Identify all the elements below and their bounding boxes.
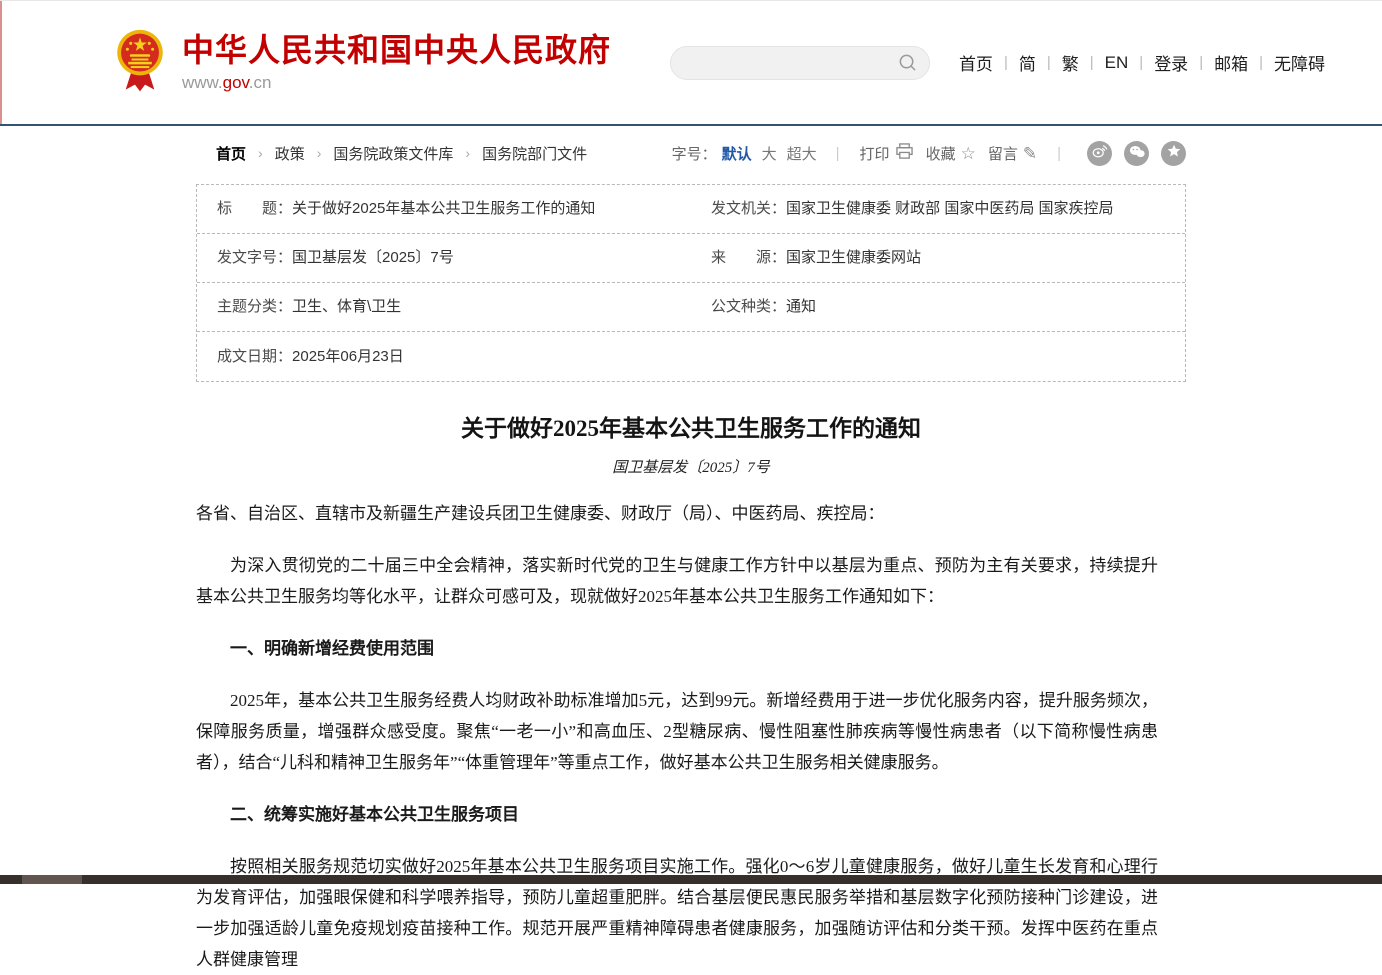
window-left-edge — [0, 1, 2, 124]
section-2-paragraph: 按照相关服务规范切实做好2025年基本公共卫生服务项目实施工作。强化0～6岁儿童… — [196, 851, 1158, 975]
printer-icon — [895, 143, 914, 164]
font-size-label: 字号： — [672, 143, 717, 164]
meta-label: 成文日期： — [217, 346, 292, 368]
meta-value: 国家卫生健康委网站 — [786, 247, 935, 269]
search-icon[interactable] — [898, 53, 917, 72]
chevron-right-icon: › — [246, 145, 275, 161]
share-weibo-button[interactable] — [1087, 141, 1112, 166]
nav-home[interactable]: 首页 — [948, 50, 1004, 75]
star-icon: ☆ — [961, 145, 976, 162]
intro-paragraph: 为深入贯彻党的二十届三中全会精神，落实新时代党的卫生与健康工作方针中以基层为重点… — [196, 550, 1158, 612]
document-body: 各省、自治区、直辖市及新疆生产建设兵团卫生健康委、财政厅（局）、中医药局、疾控局… — [196, 498, 1186, 975]
favorite-button[interactable]: 收藏 ☆ — [926, 143, 976, 164]
meta-value: 国卫基层发〔2025〕7号 — [292, 247, 468, 269]
meta-row: 主题分类： 卫生、体育\卫生 公文种类： 通知 — [197, 283, 1185, 332]
meta-value: 国家卫生健康委 财政部 国家中医药局 国家疾控局 — [786, 198, 1128, 220]
nav-simplified[interactable]: 简 — [1008, 50, 1047, 75]
nav-login[interactable]: 登录 — [1143, 50, 1199, 75]
meta-source: 来 源： 国家卫生健康委网站 — [691, 247, 1185, 269]
section-1-heading: 一、明确新增经费使用范围 — [196, 633, 1158, 664]
weibo-icon — [1092, 144, 1108, 162]
qzone-star-icon — [1167, 144, 1181, 162]
section-1-paragraph: 2025年，基本公共卫生服务经费人均财政补助标准增加5元，达到99元。新增经费用… — [196, 685, 1158, 778]
meta-row: 成文日期： 2025年06月23日 — [197, 332, 1185, 381]
header-divider — [0, 124, 1382, 126]
doc-number: 国卫基层发〔2025〕7号 — [196, 456, 1186, 477]
meta-doc-number: 发文字号： 国卫基层发〔2025〕7号 — [197, 247, 691, 269]
document-meta-table: 标 题： 关于做好2025年基本公共卫生服务工作的通知 发文机关： 国家卫生健康… — [196, 184, 1186, 382]
nav-accessibility[interactable]: 无障碍 — [1263, 50, 1336, 75]
site-header: 中华人民共和国中央人民政府 www.gov.cn 首页 | 简 | 繁 — [0, 1, 1382, 124]
breadcrumb-policy-library[interactable]: 国务院政策文件库 — [333, 143, 453, 164]
meta-label: 主题分类： — [217, 296, 292, 318]
toolbar-divider: | — [1043, 145, 1075, 162]
meta-label: 发文机关： — [711, 198, 786, 220]
page-toolbar: 字号： 默认 大 超大 | 打印 收藏 ☆ 留言 — [672, 141, 1186, 166]
meta-row: 发文字号： 国卫基层发〔2025〕7号 来 源： 国家卫生健康委网站 — [197, 234, 1185, 283]
nav-traditional[interactable]: 繁 — [1051, 50, 1090, 75]
nav-english[interactable]: EN — [1094, 53, 1140, 73]
site-logo[interactable]: 中华人民共和国中央人民政府 www.gov.cn — [113, 27, 611, 98]
breadcrumb-department-docs[interactable]: 国务院部门文件 — [482, 143, 587, 164]
comment-button[interactable]: 留言 ✎ — [988, 143, 1037, 164]
meta-value: 2025年06月23日 — [292, 346, 418, 368]
search-input[interactable] — [683, 54, 898, 71]
breadcrumb-home[interactable]: 首页 — [216, 143, 246, 164]
wechat-icon — [1129, 145, 1145, 162]
search-box[interactable] — [670, 46, 930, 80]
meta-value: 关于做好2025年基本公共卫生服务工作的通知 — [292, 198, 609, 220]
site-url: www.gov.cn — [182, 73, 611, 93]
font-size-xlarge-button[interactable]: 超大 — [782, 143, 822, 164]
meta-title: 标 题： 关于做好2025年基本公共卫生服务工作的通知 — [197, 198, 691, 220]
meta-label: 来 源： — [711, 247, 786, 269]
meta-row: 标 题： 关于做好2025年基本公共卫生服务工作的通知 发文机关： 国家卫生健康… — [197, 185, 1185, 234]
font-size-default-button[interactable]: 默认 — [717, 143, 757, 164]
page-title: 关于做好2025年基本公共卫生服务工作的通知 — [196, 409, 1186, 443]
salutation-paragraph: 各省、自治区、直辖市及新疆生产建设兵团卫生健康委、财政厅（局）、中医药局、疾控局… — [196, 498, 1158, 529]
national-emblem-icon — [113, 29, 167, 98]
toolbar-divider: | — [822, 145, 854, 162]
breadcrumb-policy[interactable]: 政策 — [275, 143, 305, 164]
site-title: 中华人民共和国中央人民政府 — [182, 32, 611, 68]
pencil-icon: ✎ — [1023, 145, 1037, 162]
meta-label: 公文种类： — [711, 296, 786, 318]
top-nav: 首页 | 简 | 繁 | EN | 登录 | 邮箱 | 无障碍 — [948, 50, 1336, 75]
chevron-right-icon: › — [305, 145, 334, 161]
print-button[interactable]: 打印 — [860, 143, 914, 164]
taskbar-edge-segment — [22, 875, 82, 884]
nav-mail[interactable]: 邮箱 — [1203, 50, 1259, 75]
chevron-right-icon: › — [453, 145, 482, 161]
share-wechat-button[interactable] — [1124, 141, 1149, 166]
meta-value: 卫生、体育\卫生 — [292, 296, 415, 318]
meta-issuing-agency: 发文机关： 国家卫生健康委 财政部 国家中医药局 国家疾控局 — [691, 198, 1185, 220]
meta-label: 发文字号： — [217, 247, 292, 269]
meta-doc-type: 公文种类： 通知 — [691, 296, 1185, 318]
taskbar-edge — [0, 875, 1382, 884]
meta-topic-category: 主题分类： 卫生、体育\卫生 — [197, 296, 691, 318]
breadcrumb: 首页 › 政策 › 国务院政策文件库 › 国务院部门文件 — [216, 143, 587, 164]
meta-value: 通知 — [786, 296, 830, 318]
meta-label: 标 题： — [217, 198, 292, 220]
section-2-heading: 二、统筹实施好基本公共卫生服务项目 — [196, 799, 1158, 830]
font-size-large-button[interactable]: 大 — [757, 143, 782, 164]
share-qzone-button[interactable] — [1161, 141, 1186, 166]
meta-date: 成文日期： 2025年06月23日 — [197, 346, 691, 368]
